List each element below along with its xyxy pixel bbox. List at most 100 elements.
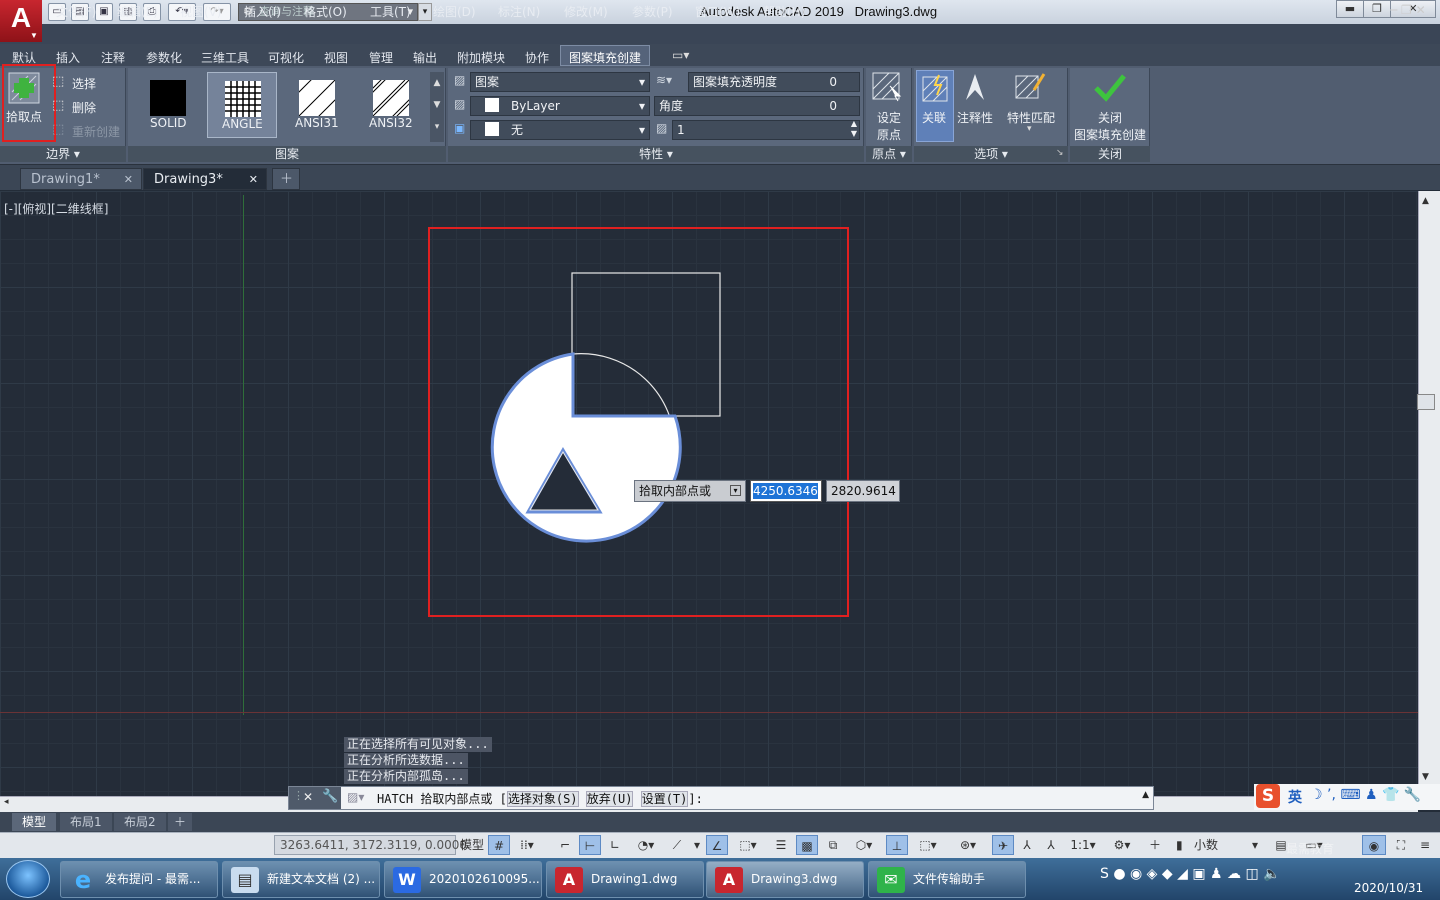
3d-osnap-icon[interactable]: ⬡▾	[846, 835, 882, 855]
grid-icon[interactable]: #	[488, 835, 510, 855]
annotation-monitor-icon[interactable]: ＋	[1144, 835, 1166, 855]
object-snap-tracking-icon[interactable]: ∠	[706, 835, 728, 855]
pattern-ansi31[interactable]: ANSI31	[282, 72, 352, 138]
layout-tab-model[interactable]: 模型	[12, 813, 57, 831]
doc-tab-drawing1[interactable]: Drawing1* ✕	[20, 168, 142, 190]
pattern-ansi32[interactable]: ANSI32	[356, 72, 426, 138]
tab-parametric[interactable]: 参数化	[146, 49, 182, 66]
menu-parametric[interactable]: 参数(P)	[632, 3, 673, 20]
tab-manage[interactable]: 管理	[369, 49, 393, 66]
history-expand-icon[interactable]: ▲	[1142, 790, 1149, 800]
tab-view[interactable]: 视图	[324, 49, 348, 66]
ortho-icon[interactable]: ∟	[604, 835, 626, 855]
scale-field[interactable]: 1 ▲ ▼	[672, 119, 860, 140]
system-tray-icons[interactable]: S ● ◉ ◈ ◆ ◢ ▣ ♟ ☁ ◫ 🔈	[1100, 866, 1300, 894]
menu-window[interactable]: 窗口(W)	[695, 3, 740, 20]
menu-tools[interactable]: 工具(T)	[370, 3, 411, 20]
layout-tab-1[interactable]: 布局1	[60, 813, 112, 831]
add-layout-button[interactable]: ＋	[168, 813, 193, 831]
menu-help[interactable]: 帮助(H)	[763, 3, 805, 20]
taskbar-item-wps[interactable]: W 2020102610095...	[384, 861, 542, 898]
background-color-select[interactable]: 无 ▾	[470, 120, 650, 140]
close-hatch-creation-button[interactable]	[1094, 72, 1126, 102]
set-origin-button[interactable]	[872, 72, 902, 102]
annotation-scale-select[interactable]: 1:1▾	[1066, 835, 1100, 855]
ribbon-toggle-icon[interactable]: ▭▾	[672, 48, 689, 62]
angle-field[interactable]: 角度 0	[654, 96, 860, 116]
properties-panel-title[interactable]: 特性 ▾	[448, 146, 864, 162]
snap-icon[interactable]: ⁞⁞▾	[512, 835, 542, 855]
dynamic-input-y[interactable]: 2820.9614	[826, 480, 900, 502]
taskbar-item-drawing3[interactable]: A Drawing3.dwg	[706, 861, 864, 898]
options-dialog-launcher-icon[interactable]: ↘	[1056, 148, 1064, 158]
auto-scale-icon[interactable]: ⅄	[1016, 835, 1038, 855]
vertical-scrollbar[interactable]	[1418, 191, 1440, 796]
selection-filter-icon[interactable]: ⬚▾	[910, 835, 946, 855]
boundary-panel-title[interactable]: 边界 ▾	[0, 146, 126, 162]
command-line[interactable]: ⋮ ✕ 🔧 ▨▾ HATCH 拾取内部点或 [选择对象(S) 放弃(U) 设置(…	[288, 786, 1154, 810]
tab-output[interactable]: 输出	[413, 49, 437, 66]
tab-collaborate[interactable]: 协作	[525, 49, 549, 66]
dynamic-input-icon[interactable]: ⊢	[579, 835, 601, 855]
layout-tab-2[interactable]: 布局2	[114, 813, 166, 831]
doc-tab-drawing3[interactable]: Drawing3* ✕	[143, 168, 267, 190]
tab-annotate[interactable]: 注释	[101, 49, 125, 66]
taskbar-item-wechat-file[interactable]: ✉ 文件传输助手	[868, 861, 1026, 898]
polar-tracking-icon[interactable]: ◔▾	[628, 835, 664, 855]
sogou-s-icon[interactable]: S	[1256, 784, 1280, 808]
scroll-down-icon[interactable]: ▼	[1422, 772, 1429, 782]
minimize-icon[interactable]: ▬	[1336, 0, 1364, 18]
select-button[interactable]: 选择	[72, 75, 96, 92]
doc-window-controls[interactable]: ─ ❐ ✕	[1390, 3, 1426, 17]
transparency-icon[interactable]: ▩	[796, 835, 818, 855]
taskbar-item-notepad[interactable]: ▤ 新建文本文档 (2) ...	[222, 861, 380, 898]
scroll-left-icon[interactable]: ◂	[4, 797, 9, 807]
menu-draw[interactable]: 绘图(D)	[433, 3, 476, 20]
annotation-scale-icon[interactable]: ⅄	[1040, 835, 1062, 855]
new-tab-button[interactable]: ＋	[272, 168, 300, 190]
chevron-down-icon[interactable]: ▾	[690, 835, 704, 855]
match-properties-button[interactable]	[1014, 72, 1046, 102]
menu-file[interactable]: 文件(F)	[56, 3, 96, 20]
windows-start-icon[interactable]	[6, 860, 50, 898]
menu-modify[interactable]: 修改(M)	[564, 3, 608, 20]
menu-format[interactable]: 格式(O)	[304, 3, 347, 20]
ime-language[interactable]: 英	[1288, 787, 1302, 807]
pick-points-button[interactable]	[8, 72, 40, 104]
coordinates-readout[interactable]: 3263.6411, 3172.3119, 0.0000	[274, 835, 467, 855]
taskbar-item-ie[interactable]: e 发布提问 - 最需...	[60, 861, 218, 898]
hatch-type-select[interactable]: 图案 ▾	[470, 72, 650, 92]
isometric-icon[interactable]: ⟋	[666, 835, 688, 855]
qat-customize-icon[interactable]: ▾	[418, 3, 432, 21]
annotation-visibility-icon[interactable]: ✈	[992, 835, 1014, 855]
autocad-logo-icon[interactable]: A ▼	[0, 0, 42, 42]
options-panel-title[interactable]: 选项 ▾	[914, 146, 1068, 162]
recreate-button[interactable]: 重新创建	[72, 123, 120, 140]
selection-cycling-icon[interactable]: ⧉	[822, 835, 844, 855]
option-select-objects[interactable]: 选择对象(S)	[506, 791, 579, 807]
model-space-button[interactable]: 模型	[458, 835, 486, 855]
object-snap-icon[interactable]: ⬚▾	[730, 835, 766, 855]
workspace-gear-icon[interactable]: ⚙▾	[1104, 835, 1140, 855]
annotative-button[interactable]	[960, 72, 990, 102]
gizmo-icon[interactable]: ⊛▾	[950, 835, 986, 855]
taskbar-item-drawing1[interactable]: A Drawing1.dwg	[546, 861, 704, 898]
close-tab-icon[interactable]: ✕	[249, 169, 258, 191]
close-cmdline-icon[interactable]: ✕	[303, 790, 313, 804]
option-undo[interactable]: 放弃(U)	[585, 791, 634, 807]
dynamic-ucs-icon[interactable]: ⊥	[886, 835, 908, 855]
maximize-icon[interactable]: ❐	[1363, 0, 1391, 18]
pattern-panel-title[interactable]: 图案	[128, 146, 446, 162]
pattern-scroll[interactable]: ▲ ▼ ▾	[430, 72, 444, 142]
option-settings[interactable]: 设置(T)	[640, 791, 689, 807]
menu-edit[interactable]: 编辑(E)	[117, 3, 158, 20]
tab-addins[interactable]: 附加模块	[457, 49, 505, 66]
associative-button[interactable]: 关联	[916, 70, 954, 142]
tab-3d-tools[interactable]: 三维工具	[201, 49, 249, 66]
units-select[interactable]: ▮ 小数 ▾	[1170, 835, 1262, 855]
tab-hatch-creation[interactable]: 图案填充创建	[569, 49, 641, 66]
close-tab-icon[interactable]: ✕	[124, 169, 133, 191]
origin-panel-title[interactable]: 原点 ▾	[866, 146, 912, 162]
scroll-thumb[interactable]	[1417, 394, 1435, 410]
menu-view[interactable]: 视图(V)	[180, 3, 222, 20]
